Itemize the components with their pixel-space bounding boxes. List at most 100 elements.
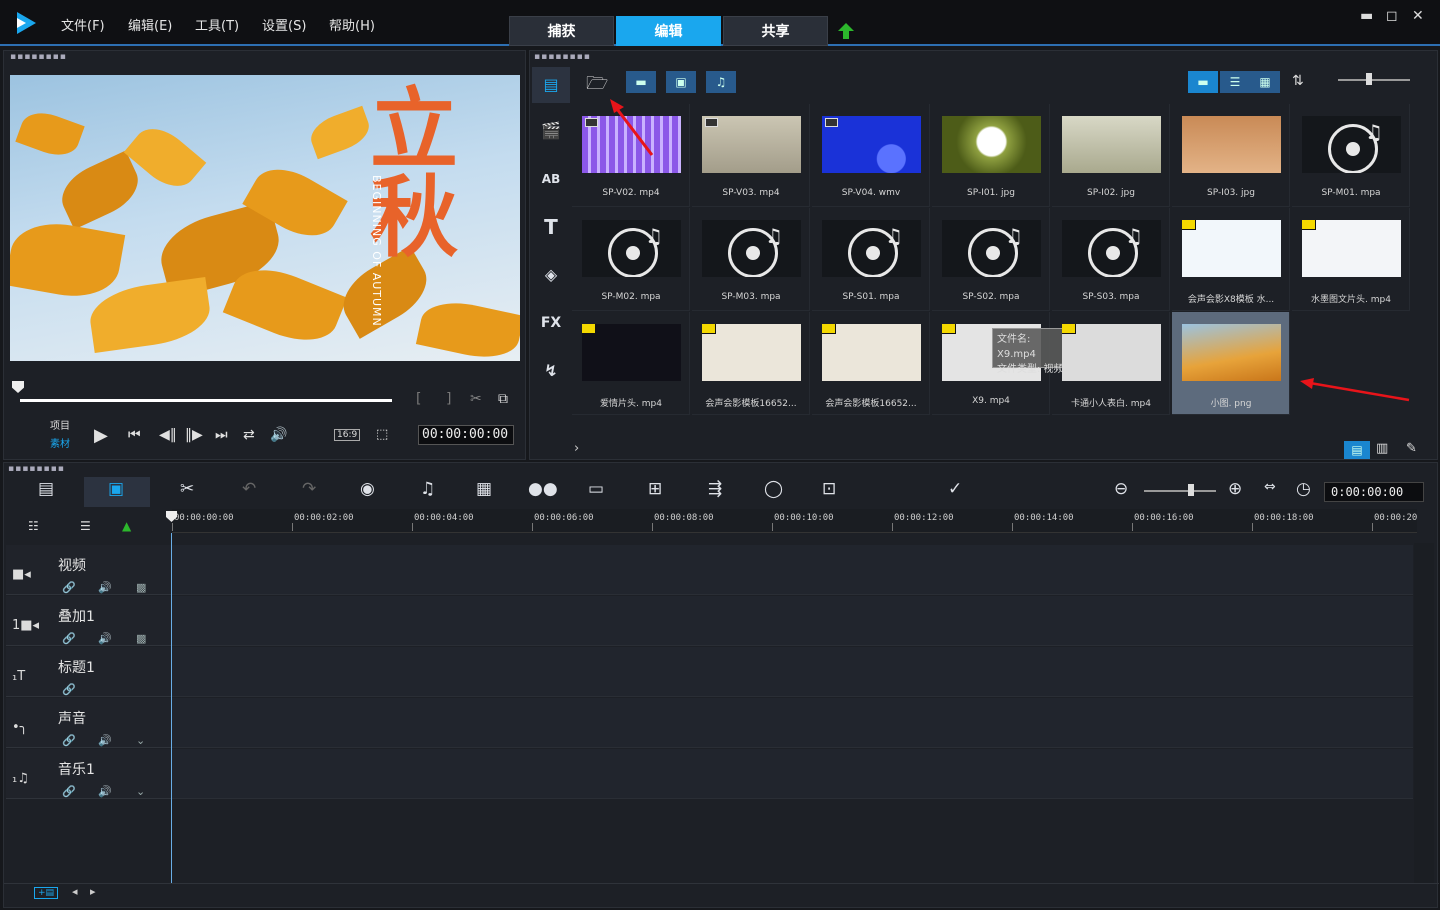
- timeline-zoom-slider[interactable]: [1144, 490, 1216, 492]
- zoom-in-icon[interactable]: ⊕: [1228, 479, 1242, 499]
- library-item[interactable]: ♫ SP-M03. mpa: [692, 208, 810, 311]
- panel-grip[interactable]: ▪▪▪▪▪▪▪▪: [8, 464, 65, 474]
- title-tool-icon[interactable]: T: [536, 213, 566, 241]
- filter-audio-button[interactable]: ♫: [706, 71, 736, 93]
- track-header[interactable]: •╮ 声音 🔗 🔊 ⌄: [6, 698, 171, 748]
- track-grid-icon[interactable]: ▩: [136, 632, 146, 645]
- library-item[interactable]: ♫ SP-M01. mpa: [1292, 104, 1410, 207]
- motion-tracking-icon[interactable]: ●●: [528, 479, 558, 499]
- track-volume-icon[interactable]: 🔊: [98, 785, 112, 798]
- expand-panel-icon[interactable]: ›: [574, 441, 579, 456]
- library-item[interactable]: 卡通小人表白. mp4: [1052, 312, 1170, 415]
- link-icon[interactable]: 🔗: [62, 785, 76, 798]
- track-row[interactable]: [172, 749, 1413, 799]
- library-item[interactable]: SP-V03. mp4: [692, 104, 810, 207]
- menu-edit[interactable]: 编辑(E): [128, 15, 172, 34]
- title-icon[interactable]: ₁T: [12, 669, 25, 684]
- link-icon[interactable]: 🔗: [62, 632, 76, 645]
- multi-camera-icon[interactable]: ⊞: [648, 479, 662, 499]
- fit-project-icon[interactable]: ⇔: [1264, 479, 1276, 495]
- enlarge-preview-icon[interactable]: ⧉: [498, 391, 508, 407]
- menu-tools[interactable]: 工具(T): [195, 15, 239, 34]
- mode-clip[interactable]: 素材: [50, 435, 70, 450]
- track-expand-icon[interactable]: ⌄: [136, 785, 145, 798]
- path-motion-icon[interactable]: ↯: [536, 357, 566, 385]
- zoom-out-icon[interactable]: ⊖: [1114, 479, 1128, 499]
- track-row[interactable]: [172, 545, 1413, 595]
- voice-icon[interactable]: •╮: [12, 720, 28, 735]
- undo-icon[interactable]: ↶: [242, 479, 256, 499]
- previous-frame-icon[interactable]: ◀‖: [159, 427, 177, 443]
- tab-capture[interactable]: 捕获: [509, 16, 614, 46]
- library-item[interactable]: ♫ SP-S03. mpa: [1052, 208, 1170, 311]
- scissors-icon[interactable]: ✂: [470, 391, 482, 407]
- track-grid-icon[interactable]: ▩: [136, 581, 146, 594]
- crop-icon[interactable]: ⬚: [376, 427, 388, 442]
- maximize-button[interactable]: ◻: [1386, 8, 1398, 24]
- thumb-size-slider-handle[interactable]: [1366, 73, 1372, 85]
- play-icon[interactable]: ▶: [94, 425, 108, 446]
- upload-icon[interactable]: [837, 22, 855, 40]
- media-library-icon[interactable]: ▤: [536, 71, 566, 99]
- mark-out-button[interactable]: ]: [446, 391, 451, 407]
- mode-project[interactable]: 项目: [50, 417, 70, 432]
- library-item[interactable]: 会声会影模板16652...: [692, 312, 810, 415]
- library-item[interactable]: 会声会影模板16652...: [812, 312, 930, 415]
- mark-in-button[interactable]: [: [416, 391, 421, 407]
- timeline-view-icon[interactable]: ▣: [108, 479, 124, 499]
- view-list-button[interactable]: ☰: [1220, 71, 1250, 93]
- track-volume-icon[interactable]: 🔊: [98, 734, 112, 747]
- library-item[interactable]: X9. mp4 文件名: X9.mp4 文件类型: 视频: [932, 312, 1077, 415]
- view-thumbnail-button[interactable]: ▬: [1188, 71, 1218, 93]
- music-icon[interactable]: ₁♫: [12, 771, 29, 786]
- track-volume-icon[interactable]: 🔊: [98, 632, 112, 645]
- track-header[interactable]: ₁T 标题1 🔗: [6, 647, 171, 697]
- library-item[interactable]: ♫ SP-M02. mpa: [572, 208, 690, 311]
- add-chapter-icon[interactable]: ☰: [80, 519, 91, 533]
- volume-icon[interactable]: 🔊: [270, 427, 287, 443]
- link-icon[interactable]: 🔗: [62, 734, 76, 747]
- toolbox-icon[interactable]: ✂: [180, 479, 194, 499]
- library-item[interactable]: 水墨图文片头. mp4: [1292, 208, 1410, 311]
- library-item[interactable]: 小图. png: [1172, 312, 1290, 415]
- link-icon[interactable]: 🔗: [62, 581, 76, 594]
- filter-image-button[interactable]: ▣: [666, 71, 696, 93]
- lib-option-1-icon[interactable]: ▤: [1344, 441, 1370, 459]
- clock-icon[interactable]: ◷: [1296, 479, 1311, 499]
- sound-mixer-icon[interactable]: ♫: [420, 479, 435, 499]
- storyboard-view-icon[interactable]: ▤: [38, 479, 54, 499]
- go-to-end-icon[interactable]: ⏭: [215, 427, 228, 443]
- lib-option-2-icon[interactable]: ▥: [1376, 441, 1388, 456]
- library-item[interactable]: ♫ SP-S01. mpa: [812, 208, 930, 311]
- menu-file[interactable]: 文件(F): [61, 15, 105, 34]
- library-item[interactable]: ♫ SP-S02. mpa: [932, 208, 1050, 311]
- video-camera-icon[interactable]: ■◂: [12, 567, 31, 582]
- tab-share[interactable]: 共享: [723, 16, 828, 46]
- view-grid-button[interactable]: ▦: [1250, 71, 1280, 93]
- add-track-icon[interactable]: +▤: [34, 887, 59, 899]
- tab-edit[interactable]: 编辑: [616, 16, 721, 46]
- panel-grip[interactable]: ▪▪▪▪▪▪▪▪: [534, 52, 591, 62]
- track-volume-icon[interactable]: 🔊: [98, 581, 112, 594]
- scroll-left-icon[interactable]: ◂: [72, 885, 78, 898]
- next-frame-icon[interactable]: ‖▶: [185, 427, 203, 443]
- menu-settings[interactable]: 设置(S): [262, 15, 306, 34]
- record-capture-icon[interactable]: ◉: [360, 479, 375, 499]
- library-item[interactable]: 爱情片头. mp4: [572, 312, 690, 415]
- track-row[interactable]: [172, 698, 1413, 748]
- library-item[interactable]: 会声会影X8模板 水...: [1172, 208, 1290, 311]
- track-header[interactable]: 1■◂ 叠加1 🔗 🔊 ▩: [6, 596, 171, 646]
- track-header[interactable]: ₁♫ 音乐1 🔗 🔊 ⌄: [6, 749, 171, 799]
- smart-render-icon[interactable]: ✓: [948, 479, 962, 499]
- auto-music-icon[interactable]: ▦: [476, 479, 492, 499]
- sort-icon[interactable]: ⇅: [1292, 73, 1304, 89]
- instant-project-icon[interactable]: 🎬: [536, 117, 566, 145]
- panel-grip[interactable]: ▪▪▪▪▪▪▪▪: [10, 52, 67, 62]
- track-expand-icon[interactable]: ⌄: [136, 734, 145, 747]
- close-button[interactable]: ✕: [1412, 8, 1424, 24]
- marker-icon[interactable]: ▲: [122, 519, 131, 533]
- graphics-icon[interactable]: ◈: [536, 261, 566, 289]
- library-item[interactable]: SP-I03. jpg: [1172, 104, 1290, 207]
- track-row[interactable]: [172, 647, 1413, 697]
- fx-filter-icon[interactable]: FX: [536, 309, 566, 337]
